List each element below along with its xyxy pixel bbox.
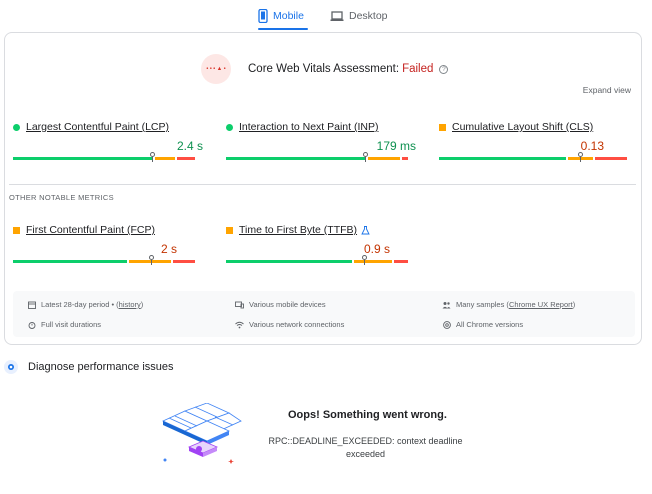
metric-ttfb-name[interactable]: Time to First Byte (TTFB) <box>239 224 357 236</box>
p75-marker <box>362 255 367 265</box>
visit-durations: Full visit durations <box>27 320 101 329</box>
metric-ttfb-distribution-bar <box>226 255 416 265</box>
other-metrics-heading: OTHER NOTABLE METRICS <box>9 193 114 202</box>
average-status-icon <box>439 123 446 131</box>
average-status-icon <box>226 226 233 234</box>
p75-marker <box>150 152 155 162</box>
tab-desktop[interactable]: Desktop <box>330 4 388 28</box>
error-message: RPC::DEADLINE_EXCEEDED: context deadline… <box>268 436 463 459</box>
smartphone-icon <box>258 9 268 23</box>
device-tabs: Mobile Desktop <box>0 0 652 32</box>
field-data-info-box: Latest 28-day period • (history) Full vi… <box>13 291 635 337</box>
broken-puzzle-illustration <box>162 403 242 464</box>
metric-lcp-distribution-bar <box>13 152 203 162</box>
metric-lcp-name[interactable]: Largest Contentful Paint (LCP) <box>26 121 169 133</box>
devices-icon <box>235 300 244 309</box>
chrome-icon <box>442 320 451 329</box>
metric-ttfb: Time to First Byte (TTFB) 0.9 s <box>226 223 416 265</box>
metric-ttfb-value: 0.9 s <box>363 242 390 256</box>
metric-fcp-value: 2 s <box>160 242 177 256</box>
good-status-icon <box>13 123 20 131</box>
calendar-icon <box>27 300 36 309</box>
tab-desktop-label: Desktop <box>349 10 388 22</box>
diagnose-section-header: Diagnose performance issues <box>4 360 174 374</box>
metric-lcp-value: 2.4 s <box>176 139 203 153</box>
good-status-icon <box>226 123 233 131</box>
metric-inp: Interaction to Next Paint (INP) 179 ms <box>226 120 416 162</box>
error-title: Oops! Something went wrong. <box>288 409 447 421</box>
period-suffix: ) <box>140 300 144 309</box>
section-divider <box>9 184 636 185</box>
metric-inp-value: 179 ms <box>376 139 416 153</box>
laptop-icon <box>330 10 344 21</box>
chrome-ux-report-link[interactable]: Chrome UX Report <box>509 300 573 309</box>
sample-size: Many samples (Chrome UX Report) <box>442 300 575 309</box>
metric-fcp-distribution-bar <box>13 255 203 265</box>
wifi-icon <box>235 320 244 329</box>
metric-cls-distribution-bar <box>439 152 629 162</box>
cwv-failed-logo: • • • ▲ • <box>201 54 231 84</box>
active-tab-indicator <box>258 28 308 30</box>
people-icon <box>442 300 451 309</box>
network-types: Various network connections <box>235 320 344 329</box>
metric-inp-name[interactable]: Interaction to Next Paint (INP) <box>239 121 378 133</box>
network-text: Various network connections <box>249 320 345 329</box>
timer-icon <box>27 320 36 329</box>
expand-view-button[interactable]: Expand view <box>583 85 631 95</box>
tab-mobile-label: Mobile <box>273 10 304 22</box>
versions-text: All Chrome versions <box>456 320 524 329</box>
p75-marker <box>578 152 583 162</box>
average-status-icon <box>13 226 20 234</box>
period-text: Latest 28-day period • ( <box>41 300 119 309</box>
metric-fcp-name[interactable]: First Contentful Paint (FCP) <box>26 224 155 236</box>
device-types: Various mobile devices <box>235 300 326 309</box>
p75-marker <box>149 255 154 265</box>
chrome-versions: All Chrome versions <box>442 320 523 329</box>
tab-mobile[interactable]: Mobile <box>258 4 304 28</box>
cwv-assessment-header: • • • ▲ • Core Web Vitals Assessment: Fa… <box>201 54 449 84</box>
history-link[interactable]: history <box>119 300 141 309</box>
samples-suffix: ) <box>572 300 576 309</box>
metric-inp-distribution-bar <box>226 152 416 162</box>
field-data-card: • • • ▲ • Core Web Vitals Assessment: Fa… <box>4 32 642 345</box>
cwv-status: Failed <box>402 63 434 75</box>
metric-cls-value: 0.13 <box>580 139 604 153</box>
diagnose-icon <box>4 360 18 374</box>
p75-marker <box>363 152 368 162</box>
diagnose-title: Diagnose performance issues <box>28 361 174 373</box>
experimental-flask-icon <box>361 225 370 234</box>
cwv-logo-text: • • • ▲ • <box>206 66 226 72</box>
collection-period: Latest 28-day period • (history) <box>27 300 143 309</box>
devices-text: Various mobile devices <box>249 300 326 309</box>
metric-cls: Cumulative Layout Shift (CLS) 0.13 <box>439 120 629 162</box>
info-icon[interactable]: ? <box>439 64 449 74</box>
metric-fcp: First Contentful Paint (FCP) 2 s <box>13 223 203 265</box>
metric-cls-name[interactable]: Cumulative Layout Shift (CLS) <box>452 121 593 133</box>
cwv-title: Core Web Vitals Assessment: <box>248 63 400 75</box>
durations-text: Full visit durations <box>41 320 102 329</box>
samples-text: Many samples ( <box>456 300 509 309</box>
metric-lcp: Largest Contentful Paint (LCP) 2.4 s <box>13 120 203 162</box>
